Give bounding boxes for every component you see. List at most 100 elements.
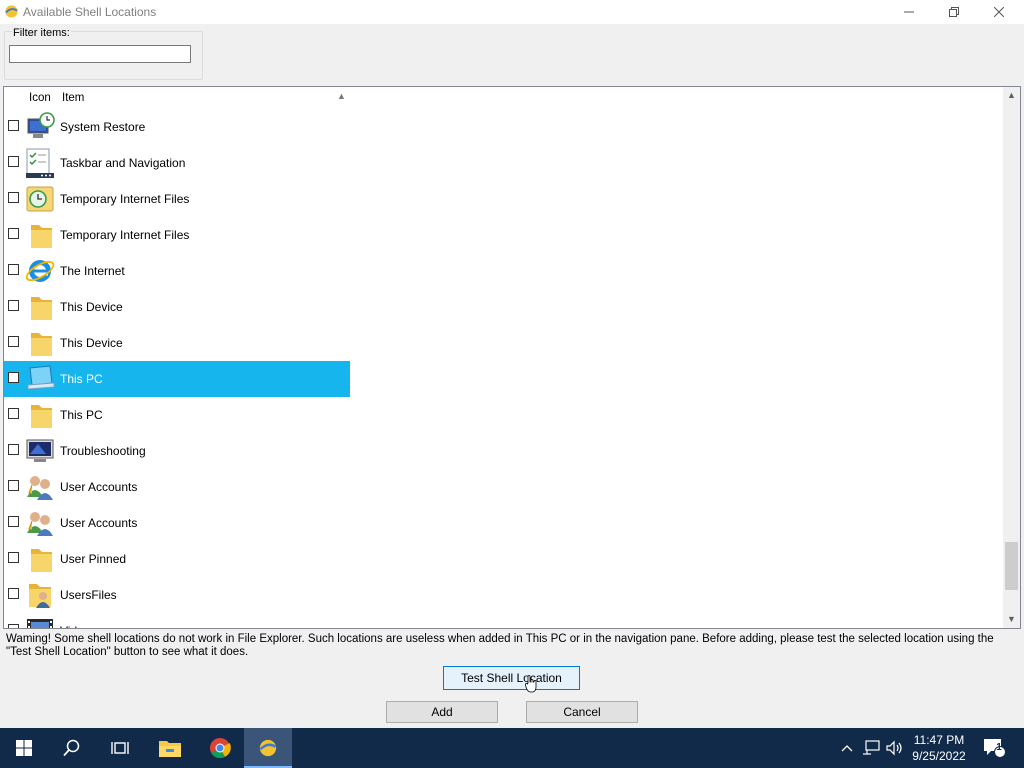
row-label: System Restore [60,120,146,134]
task-view-icon [111,742,129,754]
clock-date: 9/25/2022 [912,749,966,763]
title-bar: Available Shell Locations [0,0,1024,24]
search-button[interactable] [48,728,96,768]
list-item[interactable]: This Device [4,289,350,325]
row-checkbox[interactable] [8,624,19,628]
list-item[interactable]: Taskbar and Navigation [4,145,350,181]
row-label: Temporary Internet Files [60,228,190,242]
list-item[interactable]: System Restore [4,109,350,145]
row-label: This Device [60,300,123,314]
user-folder-icon [29,584,51,608]
sort-ascending-icon: ▲ [337,91,346,101]
folder-icon [31,297,52,320]
list-item[interactable]: Troubleshooting [4,433,350,469]
row-checkbox[interactable] [8,444,19,455]
chevron-up-icon [841,745,853,752]
row-checkbox[interactable] [8,300,19,311]
task-view-button[interactable] [96,728,144,768]
notification-count: 1 [996,742,1002,753]
scroll-up-icon[interactable]: ▲ [1003,87,1020,104]
list-rows: System Restore Taskbar and Navigation Temp… [4,109,1004,628]
scroll-thumb[interactable] [1005,542,1018,590]
list-item[interactable]: User Accounts [4,469,350,505]
row-checkbox[interactable] [8,228,19,239]
restore-icon [949,7,959,17]
clock-time: 11:47 PM [913,733,965,747]
row-checkbox[interactable] [8,408,19,419]
volume-button[interactable] [884,728,906,768]
list-item[interactable]: This Device [4,325,350,361]
close-icon [994,7,1004,17]
show-hidden-icons-button[interactable] [838,728,856,768]
chrome-icon [210,738,231,759]
list-item[interactable]: The Internet [4,253,350,289]
close-button[interactable] [976,0,1022,24]
chrome-taskbar-button[interactable] [196,728,244,768]
row-checkbox[interactable] [8,372,19,383]
taskbar-navigation-icon [26,148,54,178]
row-label: User Accounts [60,480,138,494]
clock[interactable]: 11:47 PM 9/25/2022 [905,732,973,764]
list-item[interactable]: This PC [4,361,350,397]
folder-icon [31,405,52,428]
row-checkbox[interactable] [8,192,19,203]
user-accounts-icon [27,512,53,536]
filter-input[interactable] [9,45,191,63]
temp-internet-files-icon [26,186,54,212]
cancel-button[interactable]: Cancel [526,701,638,723]
row-label: Taskbar and Navigation [60,156,186,170]
row-checkbox[interactable] [8,588,19,599]
row-checkbox[interactable] [8,156,19,167]
network-button[interactable] [860,728,882,768]
hand-cursor-icon [525,675,537,693]
row-checkbox[interactable] [8,552,19,563]
list-item[interactable]: Temporary Internet Files [4,181,350,217]
row-checkbox[interactable] [8,516,19,527]
folder-icon [31,333,52,356]
row-label: The Internet [60,264,125,278]
column-header-item[interactable]: Item [62,92,84,104]
shell-locations-list[interactable]: Icon Item ▲ System Restore Taskbar and Na… [3,86,1021,629]
restore-button[interactable] [931,0,977,24]
list-item[interactable]: Videos [4,613,350,628]
test-shell-location-button[interactable]: Test Shell Location [443,666,580,690]
notifications-button[interactable]: 1 [980,728,1008,768]
warning-text: Waming! Some shell locations do not work… [6,633,994,658]
videos-icon [27,619,53,628]
list-item[interactable]: Temporary Internet Files [4,217,350,253]
list-item[interactable]: UsersFiles [4,577,350,613]
column-header-icon[interactable]: Icon [29,92,51,104]
vertical-scrollbar[interactable]: ▲ ▼ [1003,87,1020,628]
app-icon [259,739,277,757]
taskbar: 11:47 PM 9/25/2022 1 [0,728,1024,768]
minimize-button[interactable] [886,0,932,24]
window-title: Available Shell Locations [23,5,157,19]
windows-logo-icon [16,740,32,756]
row-checkbox[interactable] [8,264,19,275]
list-item[interactable]: User Pinned [4,541,350,577]
row-label: User Pinned [60,552,127,566]
troubleshooting-icon [26,439,54,462]
folder-icon [31,549,52,572]
file-explorer-taskbar-button[interactable] [146,728,194,768]
row-label: Troubleshooting [60,444,146,458]
row-checkbox[interactable] [8,336,19,347]
list-item[interactable]: This PC [4,397,350,433]
add-button[interactable]: Add [386,701,498,723]
row-checkbox[interactable] [8,480,19,491]
row-label: This Device [60,336,123,350]
row-label: UsersFiles [60,588,117,602]
shell-app-taskbar-button[interactable] [244,728,292,768]
this-pc-icon [27,365,55,390]
file-explorer-icon [159,741,181,757]
system-restore-icon [27,112,55,138]
row-label: Videos [60,624,96,628]
start-button[interactable] [0,728,48,768]
row-checkbox[interactable] [8,120,19,131]
list-item[interactable]: User Accounts [4,505,350,541]
speaker-icon [886,740,902,756]
scroll-down-icon[interactable]: ▼ [1003,611,1020,628]
row-label: Temporary Internet Files [60,192,190,206]
row-label: User Accounts [60,516,138,530]
row-label: This PC [60,372,103,386]
